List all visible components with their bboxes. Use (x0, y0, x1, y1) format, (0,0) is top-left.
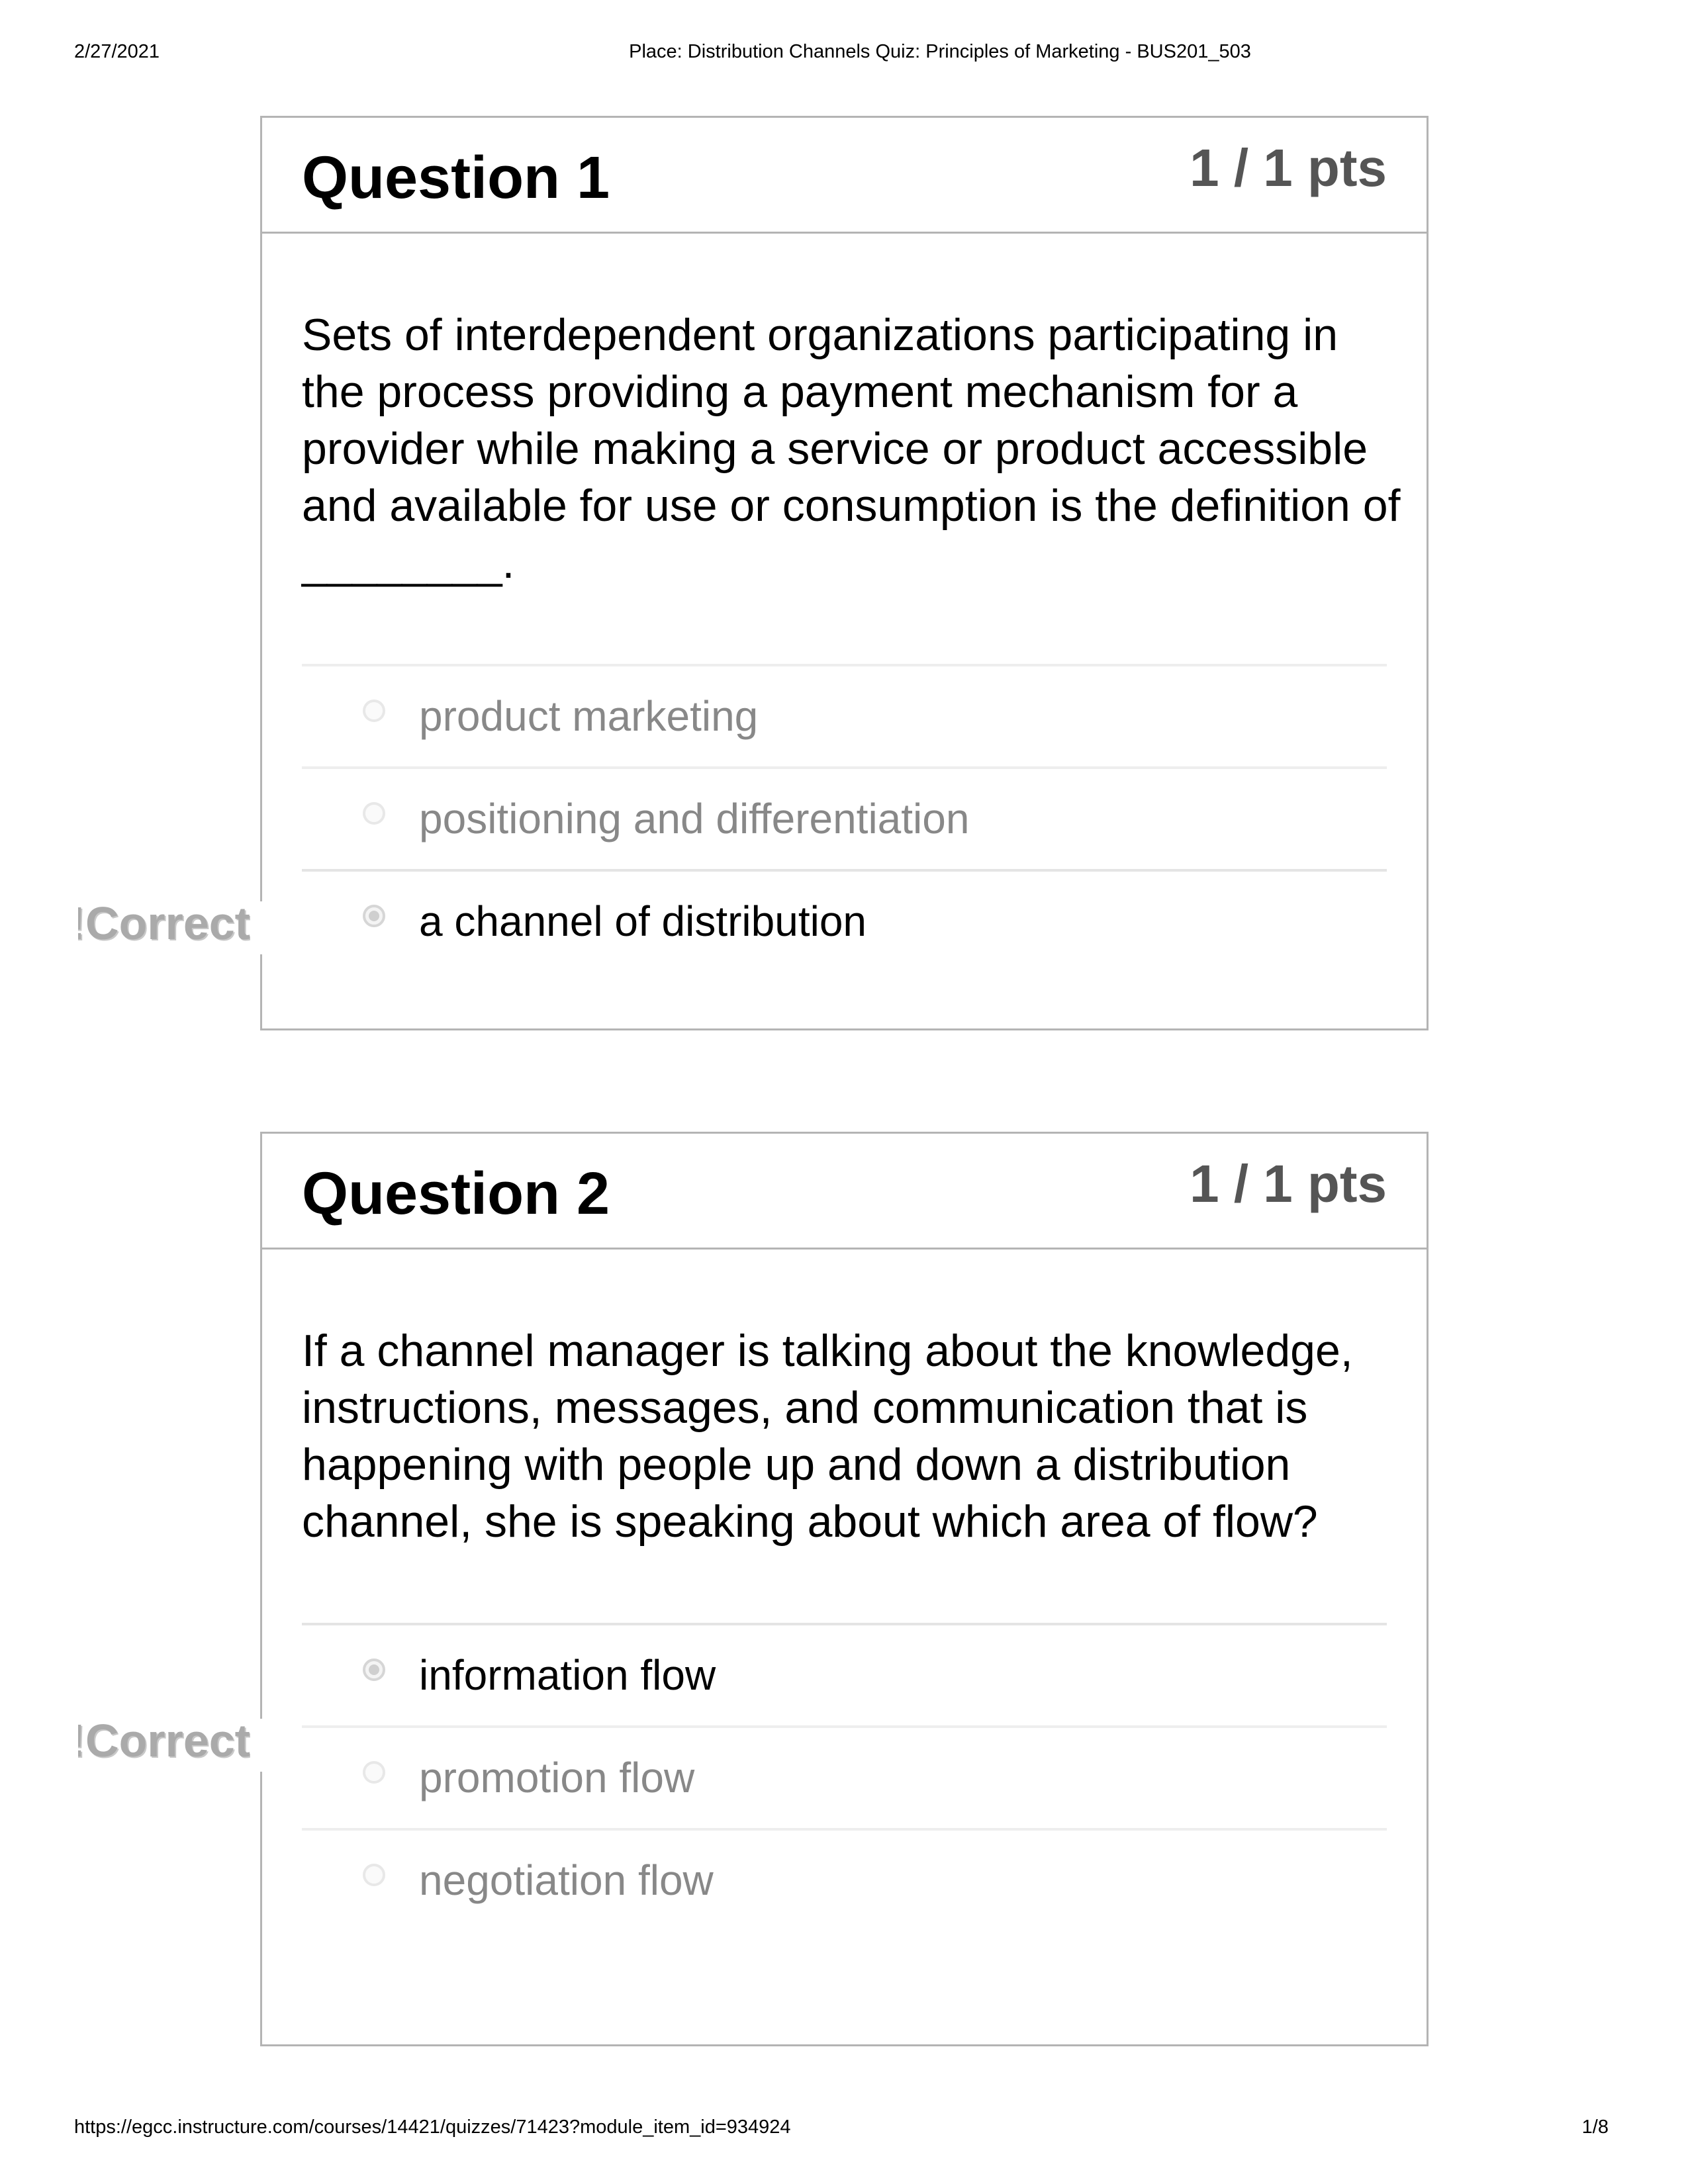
question-body: If a channel manager is talking about th… (262, 1250, 1427, 1931)
radio-unselected-icon[interactable] (363, 802, 385, 825)
answer-option[interactable]: product marketing (302, 664, 1387, 766)
answer-label: promotion flow (419, 1754, 695, 1801)
border-gap (258, 901, 266, 954)
answer-option-selected[interactable]: a channel of distribution (302, 869, 1387, 972)
radio-selected-icon[interactable] (363, 905, 385, 927)
question-points: 1 / 1 pts (1190, 138, 1387, 197)
answer-label: negotiation flow (419, 1856, 714, 1904)
answer-option-selected[interactable]: information flow (302, 1623, 1387, 1725)
answer-list: information flow promotion flow negotiat… (302, 1623, 1387, 1931)
print-page-title: Place: Distribution Channels Quiz: Princ… (629, 41, 1251, 62)
page-number: 1/8 (1581, 2116, 1609, 2138)
radio-unselected-icon[interactable] (363, 700, 385, 722)
question-points: 1 / 1 pts (1190, 1154, 1387, 1213)
question-body: Sets of interdependent organizations par… (262, 234, 1427, 972)
answer-list: product marketing positioning and differ… (302, 664, 1387, 972)
radio-unselected-icon[interactable] (363, 1864, 385, 1886)
answer-option[interactable]: promotion flow (302, 1725, 1387, 1828)
print-header: 2/27/2021 Place: Distribution Channels Q… (0, 41, 1688, 68)
question-title: Question 2 (302, 1161, 610, 1227)
print-footer: https://egcc.instructure.com/courses/144… (0, 2116, 1688, 2143)
answer-option[interactable]: positioning and differentiation (302, 766, 1387, 869)
question-header: Question 2 1 / 1 pts (262, 1134, 1427, 1250)
question-text: Sets of interdependent organizations par… (302, 310, 1401, 588)
question-title: Question 1 (302, 145, 610, 211)
correct-flag: Correct! (78, 1715, 250, 1766)
border-gap (258, 1719, 266, 1772)
print-url: https://egcc.instructure.com/courses/144… (74, 2116, 791, 2138)
radio-unselected-icon[interactable] (363, 1761, 385, 1784)
question-text: If a channel manager is talking about th… (302, 1326, 1353, 1547)
answer-label: positioning and differentiation (419, 795, 970, 842)
correct-flag: Correct! (78, 897, 250, 949)
question-card-1: Question 1 1 / 1 pts Sets of interdepend… (260, 116, 1429, 1030)
question-card-2: Question 2 1 / 1 pts If a channel manage… (260, 1132, 1429, 2046)
answer-label: a channel of distribution (419, 897, 867, 945)
radio-selected-icon[interactable] (363, 1659, 385, 1681)
answer-label: product marketing (419, 692, 759, 740)
answer-label: information flow (419, 1651, 716, 1699)
question-header: Question 1 1 / 1 pts (262, 118, 1427, 234)
answer-option[interactable]: negotiation flow (302, 1828, 1387, 1931)
